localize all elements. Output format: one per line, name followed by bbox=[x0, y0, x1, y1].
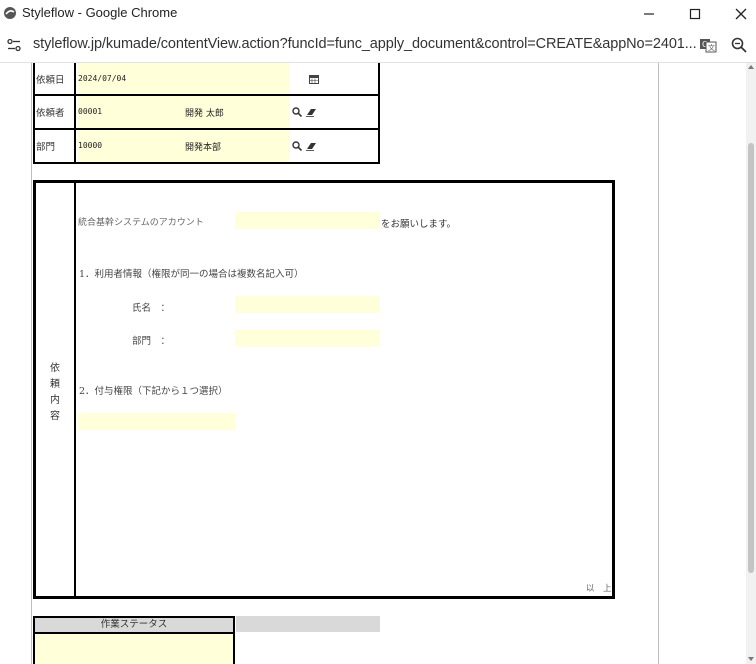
work-status-field[interactable] bbox=[33, 634, 235, 664]
minimize-icon bbox=[644, 13, 654, 15]
department-label: 部門 bbox=[35, 130, 76, 162]
svg-text:文: 文 bbox=[708, 43, 715, 52]
minimize-button[interactable] bbox=[626, 0, 672, 28]
translate-icon[interactable]: G 文 bbox=[699, 36, 717, 54]
department-row: 部門 10000 開発本部 bbox=[33, 130, 380, 164]
request-content-label: 依 頼 内 容 bbox=[50, 363, 60, 422]
search-icon[interactable] bbox=[292, 141, 302, 151]
zoom-icon[interactable] bbox=[730, 36, 748, 54]
app-icon bbox=[4, 7, 16, 19]
requester-code: 00001 bbox=[78, 107, 103, 116]
user-name-field[interactable] bbox=[235, 296, 380, 313]
request-content-side: 依 頼 内 容 bbox=[36, 183, 76, 596]
requester-name: 開発 太郎 bbox=[185, 109, 224, 119]
vertical-scrollbar[interactable] bbox=[746, 63, 756, 664]
page-border-right bbox=[658, 63, 659, 664]
department-name: 開発本部 bbox=[185, 143, 222, 153]
end-mark: 以 上 bbox=[586, 584, 612, 594]
request-date-value: 2024/07/04 bbox=[78, 74, 127, 83]
maximize-button[interactable] bbox=[672, 0, 718, 28]
close-button[interactable] bbox=[718, 0, 756, 28]
account-type-field[interactable] bbox=[235, 212, 380, 229]
department-field[interactable]: 10000 開発本部 bbox=[78, 130, 289, 162]
search-icon[interactable] bbox=[292, 107, 302, 117]
requester-field[interactable]: 00001 開発 太郎 bbox=[78, 96, 289, 128]
window-title-bar: Styleflow - Google Chrome bbox=[0, 0, 756, 28]
request-date-label: 依頼日 bbox=[35, 63, 76, 94]
user-dept-field[interactable] bbox=[235, 330, 380, 347]
user-name-label: 氏名 ： bbox=[132, 303, 171, 314]
scrollbar-thumb[interactable] bbox=[748, 143, 754, 573]
department-code: 10000 bbox=[78, 141, 103, 150]
page-viewport: 依頼日 2024/07/04 依頼者 00001 開発 太郎 部門 10000 … bbox=[0, 63, 746, 664]
user-dept-label: 部門 ： bbox=[132, 336, 171, 347]
window-title: Styleflow - Google Chrome bbox=[22, 5, 178, 20]
work-status-header: 作業ステータス bbox=[33, 616, 235, 634]
eraser-icon[interactable] bbox=[306, 107, 317, 117]
intro-suffix: をお願いします。 bbox=[381, 219, 457, 230]
eraser-icon[interactable] bbox=[306, 141, 317, 151]
calendar-icon[interactable] bbox=[309, 74, 319, 84]
scroll-up-arrow-icon[interactable] bbox=[748, 65, 754, 69]
permission-select[interactable] bbox=[78, 413, 235, 430]
url-text[interactable]: styleflow.jp/kumade/contentView.action?f… bbox=[33, 36, 697, 52]
request-content-box: 依 頼 内 容 統合基幹システムのアカウント をお願いします。 1．利用者情報（… bbox=[33, 180, 615, 599]
requester-row: 依頼者 00001 開発 太郎 bbox=[33, 96, 380, 130]
request-date-row: 依頼日 2024/07/04 bbox=[33, 63, 380, 96]
page-border-left bbox=[31, 63, 32, 664]
maximize-icon bbox=[689, 8, 701, 20]
site-info-icon[interactable] bbox=[6, 37, 22, 53]
address-bar[interactable]: styleflow.jp/kumade/contentView.action?f… bbox=[0, 28, 756, 63]
section1-heading: 1．利用者情報（権限が同一の場合は複数名記入可） bbox=[79, 269, 304, 280]
section2-heading: 2．付与権限（下記から１つ選択） bbox=[79, 386, 228, 397]
scroll-down-arrow-icon[interactable] bbox=[748, 657, 754, 661]
close-icon bbox=[735, 8, 747, 20]
requester-label: 依頼者 bbox=[35, 96, 76, 128]
work-status-bar bbox=[236, 616, 380, 632]
request-date-field[interactable]: 2024/07/04 bbox=[78, 63, 289, 94]
intro-prefix: 統合基幹システムのアカウント bbox=[78, 218, 204, 228]
